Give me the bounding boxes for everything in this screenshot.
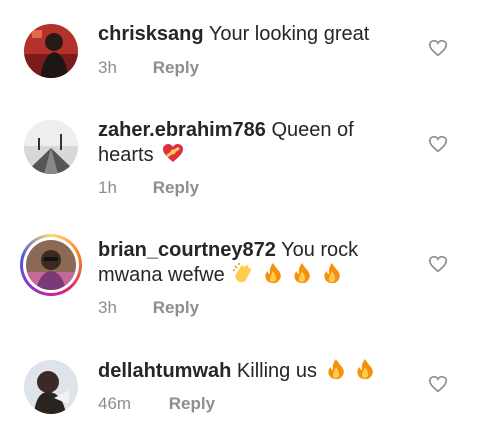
avatar-photo <box>24 24 78 78</box>
comment-meta: 46m Reply <box>98 394 215 414</box>
comment-time: 46m <box>98 394 132 413</box>
reply-button[interactable]: Reply <box>169 394 215 413</box>
reply-button[interactable]: Reply <box>153 178 199 197</box>
avatar-photo <box>26 240 76 290</box>
avatar[interactable] <box>24 360 78 414</box>
comment-time: 3h <box>98 298 117 317</box>
avatar-ring-inner <box>23 237 79 293</box>
comment-meta: 3h Reply <box>98 298 199 318</box>
comment-text: dellahtumwah Killing us <box>98 358 408 383</box>
comment-text: chrisksang Your looking great <box>98 22 408 46</box>
reply-button[interactable]: Reply <box>153 298 199 317</box>
fire-icon <box>357 359 373 380</box>
comment-time: 3h <box>98 58 117 77</box>
avatar <box>26 240 76 290</box>
story-avatar[interactable] <box>20 234 82 296</box>
comment-meta: 3h Reply <box>98 58 199 78</box>
fire-icon <box>265 263 281 284</box>
reply-button[interactable]: Reply <box>153 58 199 77</box>
like-heart-icon[interactable] <box>428 135 448 153</box>
comment-meta: 1h Reply <box>98 178 199 198</box>
avatar-photo <box>24 120 78 174</box>
avatar[interactable] <box>24 120 78 174</box>
comment-username[interactable]: brian_courtney872 <box>98 239 276 261</box>
fire-icon <box>327 359 344 380</box>
comment-text: zaher.ebrahim786 Queen of hearts <box>98 118 408 167</box>
like-heart-icon[interactable] <box>428 255 448 273</box>
comment-username[interactable]: chrisksang <box>98 23 204 45</box>
comment-time: 1h <box>98 178 117 197</box>
comment-text: brian_courtney872 You rock mwana wefwe <box>98 238 408 287</box>
comment-username[interactable]: dellahtumwah <box>98 360 231 382</box>
clapping-hands-icon <box>233 263 252 283</box>
avatar-photo <box>24 360 78 414</box>
fire-icon <box>324 263 340 284</box>
like-heart-icon[interactable] <box>428 375 448 393</box>
comment-body: Killing us <box>236 360 317 382</box>
avatar[interactable] <box>24 24 78 78</box>
heart-with-ribbon-icon <box>163 144 184 162</box>
fire-icon <box>294 263 311 284</box>
like-heart-icon[interactable] <box>428 39 448 57</box>
comment-body: Your looking great <box>208 23 370 45</box>
comment-username[interactable]: zaher.ebrahim786 <box>98 119 266 141</box>
